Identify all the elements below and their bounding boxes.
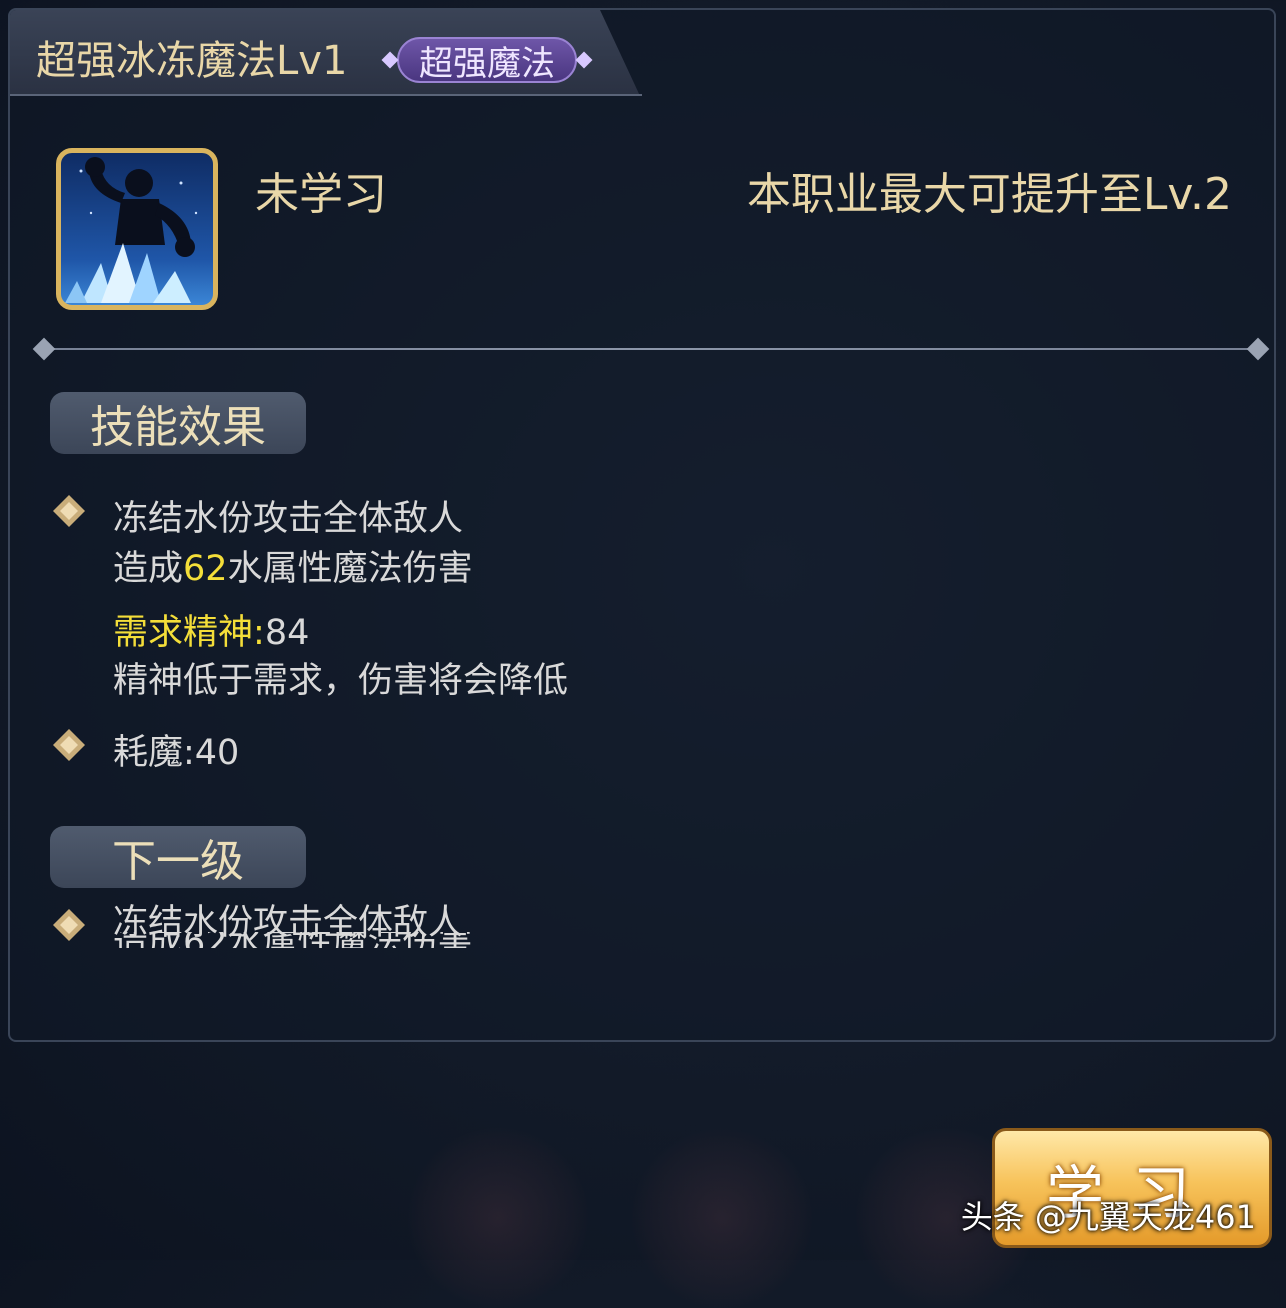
requirement-note: 精神低于需求，伤害将会降低: [113, 661, 569, 701]
background-medal: [408, 1128, 588, 1308]
diamond-bullet-icon: [52, 494, 86, 528]
next-level-damage-line: 造成62水属性魔法伤害: [113, 932, 473, 948]
skill-detail-panel: 超强冰冻魔法Lv1 超强魔法 未学习 本职业最大可提升至Lv.2 技能效果 冻结…: [8, 8, 1276, 1042]
divider: [32, 337, 1270, 361]
damage-value: 62: [183, 549, 228, 589]
skill-title: 超强冰冻魔法Lv1: [36, 38, 348, 84]
mp-cost: 耗魔:40: [113, 733, 240, 773]
requirement-line: 需求精神:84: [113, 613, 310, 653]
tab-skill-effect[interactable]: 技能效果: [50, 392, 306, 454]
effect-description: 冻结水份攻击全体敌人: [113, 499, 464, 539]
frozen-figure-icon: [56, 148, 218, 310]
diamond-bullet-icon: [52, 728, 86, 762]
skill-type-tag: 超强魔法: [381, 34, 593, 86]
background-medal: [632, 1128, 812, 1308]
tab-next-level[interactable]: 下一级: [50, 826, 306, 888]
title-bar-underline: [10, 94, 642, 96]
skill-type-label: 超强魔法: [397, 37, 577, 84]
learn-status: 未学习: [255, 169, 387, 220]
requirement-value: 84: [264, 613, 310, 653]
requirement-label: 需求精神: [113, 613, 254, 653]
damage-line: 造成62水属性魔法伤害: [113, 549, 473, 589]
max-level-note: 本职业最大可提升至Lv.2: [746, 169, 1232, 220]
scroll-clip: 造成62水属性魔法伤害: [10, 932, 1274, 948]
watermark: 头条 @九翼天龙461: [960, 1198, 1256, 1236]
